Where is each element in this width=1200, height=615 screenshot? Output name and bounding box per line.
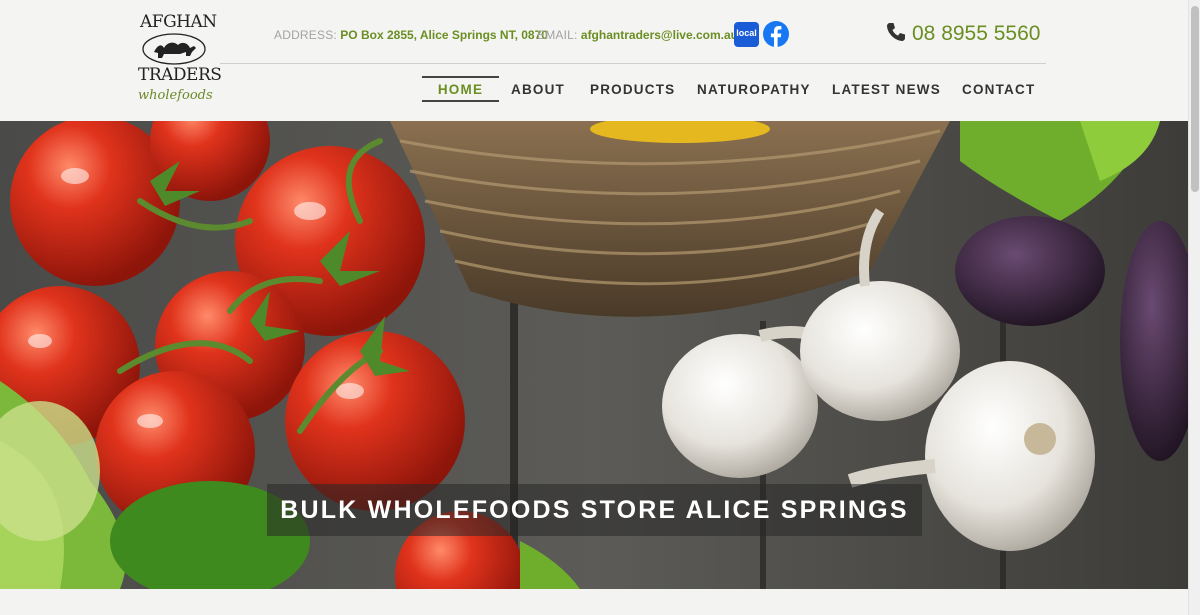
address-label: ADDRESS: (274, 28, 337, 42)
phone-number[interactable]: 08 8955 5560 (886, 22, 1040, 48)
logo-line-1: AFGHAN (140, 12, 217, 32)
address: ADDRESS: PO Box 2855, Alice Springs NT, … (274, 28, 548, 42)
email-link[interactable]: afghantraders@live.com.au (581, 28, 738, 42)
nav-home[interactable]: HOME (422, 76, 499, 102)
email-label: EMAIL: (537, 28, 578, 42)
nav-contact[interactable]: CONTACT (962, 76, 1034, 102)
nav-latest-news[interactable]: LATEST NEWS (832, 76, 940, 102)
logo-line-2: TRADERS (138, 65, 222, 85)
scrollbar-thumb[interactable] (1191, 6, 1199, 192)
page-below-hero (0, 589, 1188, 615)
email: EMAIL: afghantraders@live.com.au (537, 28, 738, 42)
nav-products[interactable]: PRODUCTS (590, 76, 674, 102)
address-value: PO Box 2855, Alice Springs NT, 0870 (340, 28, 548, 42)
nav-about[interactable]: ABOUT (510, 76, 566, 102)
logo-line-3: wholefoods (138, 88, 213, 103)
site-header: AFGHAN TRADERS wholefoods ADDRESS: PO Bo… (0, 0, 1188, 121)
camel-logo-icon (142, 33, 206, 65)
page-scrollbar[interactable] (1188, 0, 1200, 615)
site-logo[interactable]: AFGHAN TRADERS wholefoods (138, 12, 222, 110)
facebook-icon[interactable] (763, 21, 789, 47)
phone-icon (887, 23, 905, 41)
local-directory-icon[interactable]: local (734, 22, 759, 47)
hero-caption: BULK WHOLEFOODS STORE ALICE SPRINGS (267, 484, 922, 536)
nav-naturopathy[interactable]: NATUROPATHY (697, 76, 810, 102)
header-divider (220, 63, 1046, 64)
phone-text: 08 8955 5560 (912, 22, 1041, 45)
